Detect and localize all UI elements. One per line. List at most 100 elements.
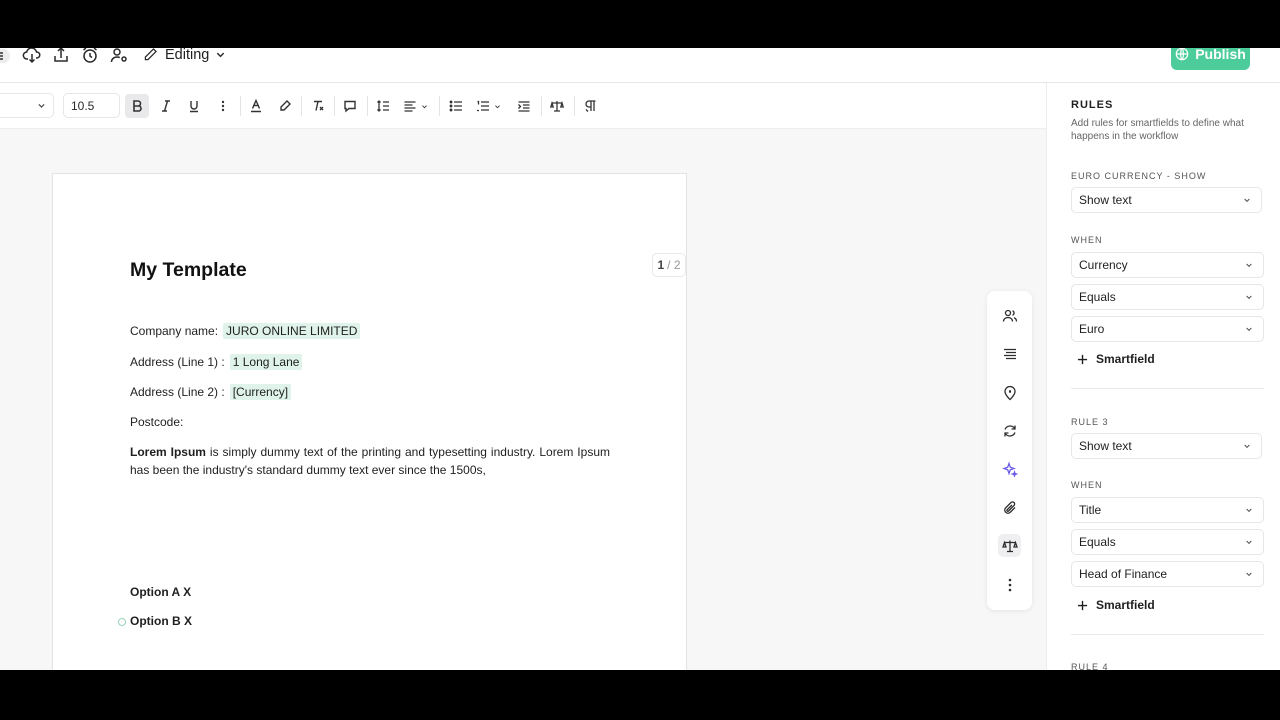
map-pin-icon [1003, 385, 1016, 400]
condition-field-select[interactable]: Currency [1071, 252, 1264, 278]
comment-icon [344, 100, 356, 113]
app-window: Editing Publish 10.5 1 / 2 My Template C… [0, 48, 1280, 670]
chevron-down-icon [1244, 198, 1250, 203]
rule-name-input[interactable]: RULE 4 [1071, 662, 1109, 670]
rule-divider [1071, 634, 1264, 635]
align-button[interactable] [398, 94, 432, 118]
smartfield-company-name[interactable]: JURO ONLINE LIMITED [223, 323, 361, 339]
pilcrow-button[interactable] [578, 94, 602, 118]
bullet-list-icon [449, 100, 462, 112]
scale-icon [1001, 539, 1018, 552]
bullet-list-button[interactable] [444, 94, 468, 118]
clear-format-button[interactable] [306, 94, 330, 118]
option-a[interactable]: Option A X [130, 585, 191, 599]
underline-icon [190, 101, 198, 113]
plus-icon [1077, 600, 1088, 610]
sync-button[interactable] [998, 419, 1021, 442]
font-family-select[interactable] [0, 93, 54, 118]
condition-operator-select[interactable]: Equals [1071, 284, 1264, 310]
pencil-icon [144, 48, 157, 61]
condition-field-select[interactable]: Title [1071, 497, 1264, 523]
condition-value-select[interactable]: Head of Finance [1071, 561, 1264, 587]
document-title[interactable]: My Template [130, 259, 247, 282]
field-line-address-1[interactable]: Address (Line 1) : 1 Long Lane [130, 354, 303, 370]
text-color-button[interactable] [244, 94, 268, 118]
toolbar-divider [439, 96, 440, 116]
field-line-postcode[interactable]: Postcode: [130, 415, 188, 429]
more-options-button[interactable] [998, 573, 1021, 596]
collaborators-button[interactable] [998, 304, 1021, 327]
field-line-company[interactable]: Company name: JURO ONLINE LIMITED [130, 323, 361, 339]
mode-selector[interactable]: Editing [142, 48, 226, 63]
line-spacing-icon [377, 100, 389, 112]
rule-name-input[interactable]: RULE 3 [1071, 417, 1109, 427]
pilcrow-icon [585, 100, 596, 112]
more-format-button[interactable] [211, 94, 235, 118]
font-size-select[interactable]: 10.5 [63, 93, 120, 118]
select-value: Show text [1079, 439, 1132, 453]
attachments-button[interactable] [998, 496, 1021, 519]
page-indicator: 1 / 2 [652, 253, 686, 277]
chevron-down-icon [1244, 444, 1250, 449]
chevron-down-icon [38, 103, 45, 108]
cloud-download-icon[interactable] [22, 48, 42, 65]
body-paragraph[interactable]: Lorem Ipsum is simply dummy text of the … [130, 443, 610, 479]
rule-name-input[interactable]: EURO CURRENCY - SHOW [1071, 171, 1206, 181]
publish-button[interactable]: Publish [1171, 48, 1250, 70]
side-tool-rail [987, 291, 1032, 610]
text-lines-icon [1003, 348, 1016, 359]
smartfield-address-1[interactable]: 1 Long Lane [229, 354, 303, 370]
refresh-icon [1003, 424, 1016, 437]
publish-label: Publish [1195, 48, 1246, 62]
field-line-address-2[interactable]: Address (Line 2) : [Currency] [130, 384, 292, 400]
location-button[interactable] [998, 381, 1021, 404]
rules-button[interactable] [998, 534, 1021, 557]
clear-format-icon [314, 100, 324, 111]
underline-button[interactable] [182, 94, 206, 118]
toolbar-divider [301, 96, 302, 116]
chevron-down-icon [217, 52, 225, 58]
comment-button[interactable] [338, 94, 362, 118]
when-label: WHEN [1071, 235, 1103, 245]
alarm-clock-icon[interactable] [80, 48, 100, 65]
italic-icon [162, 100, 170, 112]
add-smartfield-label: Smartfield [1096, 352, 1155, 366]
page-total: / 2 [667, 258, 681, 272]
chevron-down-icon [1246, 295, 1252, 300]
ai-assistant-button[interactable] [998, 457, 1021, 480]
sparkle-icon [1001, 461, 1018, 477]
outline-button[interactable] [998, 342, 1021, 365]
user-permissions-icon[interactable] [109, 48, 129, 65]
plus-icon [1077, 354, 1088, 364]
format-toolbar: 10.5 [0, 83, 1046, 129]
rule-action-select[interactable]: Show text [1071, 433, 1262, 459]
option-b[interactable]: Option B X [130, 614, 192, 628]
conditional-marker-icon[interactable] [118, 618, 126, 626]
share-upload-icon[interactable] [51, 48, 71, 65]
add-smartfield-button[interactable]: Smartfield [1077, 598, 1155, 612]
condition-operator-select[interactable]: Equals [1071, 529, 1264, 555]
menu-icon[interactable] [0, 48, 10, 66]
smartfield-currency[interactable]: [Currency] [229, 384, 292, 400]
align-left-icon [404, 101, 415, 112]
globe-icon [1175, 48, 1189, 61]
indent-button[interactable] [512, 94, 536, 118]
bold-button[interactable] [125, 94, 149, 118]
add-smartfield-button[interactable]: Smartfield [1077, 352, 1155, 366]
italic-button[interactable] [154, 94, 178, 118]
users-icon [1002, 309, 1017, 322]
font-size-value: 10.5 [71, 98, 95, 113]
numbered-list-button[interactable] [471, 94, 505, 118]
line-spacing-button[interactable] [371, 94, 395, 118]
condition-value-select[interactable]: Euro [1071, 316, 1264, 342]
rule-action-select[interactable]: Show text [1071, 187, 1262, 213]
highlight-button[interactable] [273, 94, 297, 118]
field-label: Address (Line 1) : [130, 355, 225, 369]
rules-description: Add rules for smartfields to define what… [1071, 118, 1244, 142]
select-value: Currency [1079, 258, 1128, 272]
chevron-down-icon [421, 104, 427, 108]
text-color-icon [251, 99, 261, 113]
more-vertical-icon [221, 100, 225, 112]
clause-button[interactable] [545, 94, 569, 118]
paperclip-icon [1003, 500, 1015, 514]
